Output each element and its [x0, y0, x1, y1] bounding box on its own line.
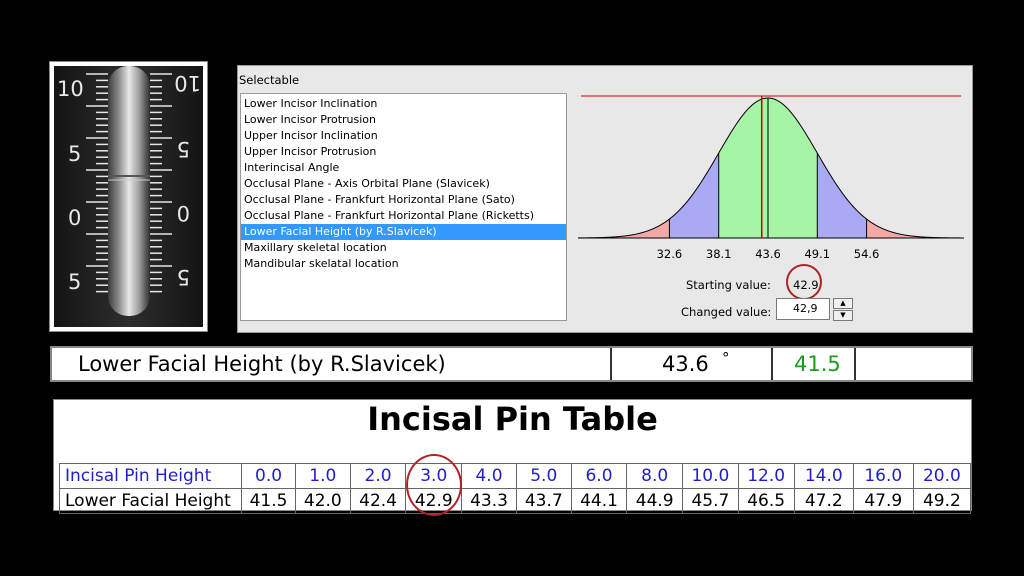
list-item[interactable]: Occlusal Plane - Axis Orbital Plane (Sla… [244, 176, 490, 192]
incisal-pin-table: Incisal Pin Height 0.0 1.0 2.0 3.0 4.0 5.0 6.0… [58, 463, 972, 514]
changed-value-input[interactable]: 42,9 [776, 298, 830, 320]
tick-label: 32.6 [657, 247, 683, 258]
list-item[interactable]: Upper Incisor Inclination [244, 128, 378, 144]
divider [610, 348, 612, 380]
scale-label-left: 0 [68, 206, 81, 230]
list-item[interactable]: Mandibular skelatal location [244, 256, 399, 272]
spin-up-icon[interactable]: ▲ [833, 298, 853, 309]
list-item[interactable]: Maxillary skeletal location [244, 240, 387, 256]
result-measurement-name: Lower Facial Height (by R.Slavicek) [78, 352, 446, 376]
changed-value-spinner[interactable]: ▲ ▼ [833, 298, 853, 322]
pin-height-cell: 8.0 [626, 463, 684, 489]
measurement-list[interactable]: Lower Incisor Inclination Lower Incisor … [240, 93, 567, 321]
pin-height-cell: 16.0 [852, 463, 914, 489]
lower-facial-height-cell: 49.2 [912, 488, 972, 514]
result-row: Lower Facial Height (by R.Slavicek) 43.6… [50, 346, 973, 382]
list-item[interactable]: Upper Incisor Protrusion [244, 144, 376, 160]
spin-down-icon[interactable]: ▼ [833, 310, 853, 321]
selectable-panel: Selectable Lower Incisor Inclination Low… [237, 65, 973, 333]
pin-height-cell: 5.0 [515, 463, 572, 489]
lower-facial-height-cell: 43.3 [461, 488, 517, 514]
pin-height-cell: 4.0 [461, 463, 517, 489]
scale-label-left: 5 [68, 270, 81, 294]
pin-height-cell: 2.0 [349, 463, 407, 489]
list-item-selected[interactable]: Lower Facial Height (by R.Slavicek) [241, 224, 566, 240]
selectable-title: Selectable [239, 73, 300, 87]
table-row-lower-facial-height: Lower Facial Height 41.5 42.0 42.4 42.9 43.3… [58, 488, 972, 514]
scale-label-right: 5 [177, 137, 190, 161]
changed-value-label: Changed value: [681, 305, 772, 319]
result-changed-value: 41.5 [794, 352, 841, 376]
scale-label-right: 0 [177, 201, 190, 225]
table-row-pin-height: Incisal Pin Height 0.0 1.0 2.0 3.0 4.0 5.0 6.0… [58, 463, 972, 489]
scale-label-right: 10 [174, 71, 201, 95]
list-item[interactable]: Occlusal Plane - Frankfurt Horizontal Pl… [244, 208, 534, 224]
result-value: 43.6 [662, 352, 709, 376]
degree-symbol: ° [722, 349, 730, 367]
lower-facial-height-cell: 47.2 [793, 488, 854, 514]
pin-table-title: Incisal Pin Table [367, 400, 658, 438]
scale-label-left: 10 [57, 77, 84, 101]
lower-facial-height-cell: 42.4 [349, 488, 407, 514]
starting-value-label: Starting value: [686, 278, 771, 292]
pin-height-cell: 6.0 [570, 463, 628, 489]
lower-facial-height-cell: 45.7 [682, 488, 739, 514]
tick-label: 38.1 [706, 247, 732, 258]
pin-height-cell: 10.0 [682, 463, 739, 489]
pin-height-cell: 12.0 [737, 463, 795, 489]
list-item[interactable]: Interincisal Angle [244, 160, 339, 176]
list-item[interactable]: Lower Incisor Protrusion [244, 112, 376, 128]
highlight-circle [786, 264, 822, 300]
lower-facial-height-cell: 42.0 [294, 488, 351, 514]
lower-facial-height-cell: 43.7 [515, 488, 572, 514]
tick-label: 49.1 [804, 247, 830, 258]
pin-height-cell: 1.0 [294, 463, 351, 489]
divider [854, 348, 856, 380]
normal-distribution-chart: 32.6 38.1 43.6 49.1 54.6 [578, 95, 964, 258]
lower-facial-height-cell: 46.5 [737, 488, 795, 514]
lower-facial-height-cell: 47.9 [852, 488, 914, 514]
pin-height-cell: 20.0 [912, 463, 972, 489]
incisal-pin-table-panel: Incisal Pin Table Incisal Pin Height 0.0… [53, 399, 972, 514]
lower-facial-height-cell: 41.5 [241, 488, 296, 514]
pin-rod [108, 66, 150, 316]
scale-label-left: 5 [68, 142, 81, 166]
tail-region [578, 219, 670, 238]
tail-region [866, 219, 962, 238]
lower-facial-height-cell: 44.9 [626, 488, 684, 514]
tick-label: 43.6 [755, 247, 781, 258]
pin-height-cell: 14.0 [793, 463, 854, 489]
incisal-pin-scale-image: 10 5 0 5 10 5 0 5 [54, 66, 203, 327]
divider [771, 348, 773, 380]
list-item[interactable]: Lower Incisor Inclination [244, 96, 377, 112]
row-label: Incisal Pin Height [58, 463, 243, 489]
highlight-circle [406, 454, 462, 516]
tick-label: 54.6 [854, 247, 880, 258]
lower-facial-height-cell: 44.1 [570, 488, 628, 514]
scale-label-right: 5 [177, 265, 190, 289]
row-label: Lower Facial Height [58, 488, 243, 514]
incisal-pin-photo: 10 5 0 5 10 5 0 5 [49, 61, 208, 332]
pin-height-cell: 0.0 [241, 463, 296, 489]
list-item[interactable]: Occlusal Plane - Frankfurt Horizontal Pl… [244, 192, 515, 208]
